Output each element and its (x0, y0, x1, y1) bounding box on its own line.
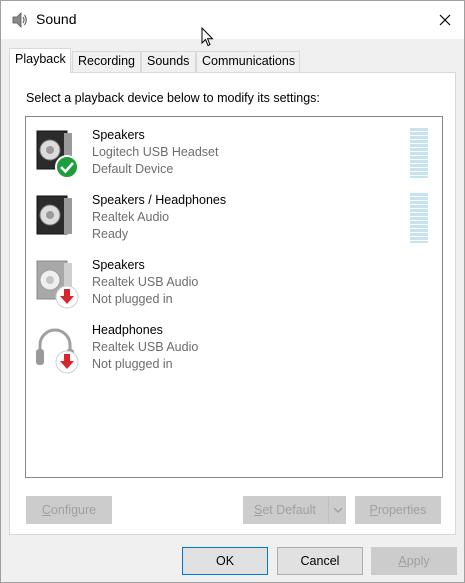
speaker-default-icon (36, 130, 79, 179)
properties-label-accesskey: P (369, 503, 378, 517)
sound-dialog: Sound Playback Recording Sounds Communic… (0, 0, 465, 583)
list-item-device[interactable]: Speakers Realtek USB Audio Not plugged i… (26, 253, 442, 315)
title-bar[interactable]: Sound (1, 1, 464, 39)
device-name: Headphones (92, 323, 163, 337)
apply-button[interactable]: Apply (371, 547, 457, 575)
speaker-unplugged-icon (36, 260, 79, 309)
cancel-label: Cancel (300, 554, 340, 568)
tab-sounds[interactable]: Sounds (141, 51, 196, 72)
device-list[interactable]: Speakers Logitech USB Headset Default De… (25, 116, 443, 478)
device-status: Not plugged in (92, 357, 173, 371)
ok-label: OK (215, 554, 235, 568)
cancel-button[interactable]: Cancel (277, 547, 363, 575)
device-status: Default Device (92, 162, 174, 176)
properties-button[interactable]: Properties (355, 496, 441, 524)
configure-label: onfigure (50, 503, 97, 517)
tab-recording-label: Recording (78, 54, 135, 68)
device-description: Realtek Audio (92, 210, 170, 224)
device-status: Not plugged in (92, 292, 173, 306)
volume-level-meter (410, 193, 428, 243)
tab-recording[interactable]: Recording (72, 51, 141, 72)
speaker-volume-icon (12, 12, 27, 28)
device-status: Ready (92, 227, 129, 241)
tab-playback-label: Playback (15, 52, 66, 66)
device-description: Logitech USB Headset (92, 145, 219, 159)
set-default-label-accesskey: S (254, 503, 263, 517)
volume-level-meter (410, 128, 428, 178)
list-item-device[interactable]: Speakers / Headphones Realtek Audio Read… (26, 188, 442, 250)
configure-label-accesskey: C (41, 503, 51, 517)
ok-button[interactable]: OK (182, 547, 268, 575)
device-description: Realtek USB Audio (92, 340, 199, 354)
apply-label-accesskey: A (398, 554, 407, 568)
tab-communications[interactable]: Communications (196, 51, 300, 72)
list-item-device[interactable]: Speakers Logitech USB Headset Default De… (26, 123, 442, 185)
device-name: Speakers (92, 258, 145, 272)
speaker-icon (36, 195, 72, 235)
close-icon (439, 14, 451, 26)
apply-label: pply (406, 554, 430, 568)
mouse-cursor-icon (201, 27, 214, 47)
set-default-button[interactable]: Set Default (243, 496, 346, 524)
device-name: Speakers / Headphones (92, 193, 227, 207)
list-item-device[interactable]: Headphones Realtek USB Audio Not plugged… (26, 318, 442, 380)
instruction-text: Select a playback device below to modify… (26, 91, 320, 105)
tab-playback[interactable]: Playback (9, 48, 71, 73)
device-description: Realtek USB Audio (92, 275, 199, 289)
tab-sounds-label: Sounds (147, 54, 190, 68)
set-default-dropdown[interactable] (328, 497, 346, 523)
close-button[interactable] (426, 1, 464, 39)
set-default-label: et Default (262, 503, 316, 517)
tab-communications-label: Communications (202, 54, 296, 68)
window-title: Sound (36, 11, 77, 27)
device-name: Speakers (92, 128, 145, 142)
playback-panel: Select a playback device below to modify… (9, 72, 456, 535)
properties-label: roperties (377, 503, 427, 517)
chevron-down-icon (333, 507, 342, 513)
headphones-unplugged-icon (36, 328, 79, 374)
configure-button[interactable]: Configure (26, 496, 112, 524)
